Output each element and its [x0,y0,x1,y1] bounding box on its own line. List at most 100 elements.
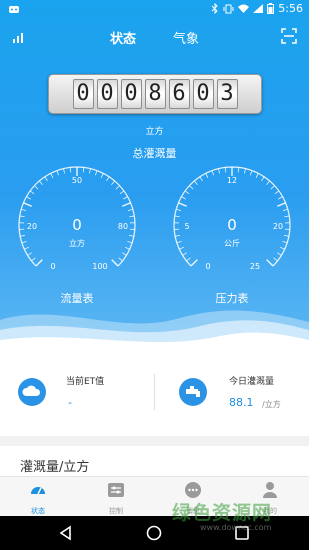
nav-item-control[interactable]: 控制 [86,481,146,516]
gauge-tick-label: 12 [226,176,238,185]
gauge-tick [127,208,133,211]
home-icon[interactable] [146,525,162,541]
vibrate-icon [223,4,234,13]
counter-unit: 立方 [145,127,164,137]
gauge-tick [218,168,221,174]
top-bar: 状态 气象 [0,24,309,52]
gauge-tick [186,257,191,262]
gauge-tick [184,190,190,195]
gauge-tick [211,170,215,176]
pressure-unit: 公斤 [224,239,240,248]
et-label: 当前ET值 [66,377,105,387]
nav-label: 控制 [109,507,123,515]
gauge-tick-label: 0 [50,262,56,271]
gauge-tick [205,173,209,178]
gauge-tick [50,173,54,178]
user-icon [263,482,277,498]
today-value: 88.1 [229,396,254,409]
section-separator [0,436,309,446]
gauge-tick [118,257,123,262]
gauge-tick [94,170,98,176]
gauge-tick [277,202,286,207]
app-notification-icon [9,6,19,13]
clock: 5:56 [278,2,303,15]
wifi-icon [238,4,250,13]
gauge-tick [122,202,131,207]
gauge-tick [106,176,110,182]
counter-label: 总灌溉量 [132,147,177,160]
nav-item-status[interactable]: 状态 [8,481,68,516]
tab-weather[interactable]: 气象 [173,28,199,47]
pressure-value: 0 [227,216,237,234]
gauge-tick [69,167,72,173]
gauge-tick [56,170,60,176]
gauge-tick [100,173,104,178]
gauge-tick [176,208,182,211]
gauge-tick [34,185,39,190]
gauge-tick [119,190,125,195]
gauge-tick [194,180,198,185]
gauge-tick [178,202,187,207]
gauge-tick [27,252,33,256]
gauge-icon [31,487,45,495]
gauge-tick [276,252,282,256]
section-title: 灌溉量/立方 [20,460,90,475]
counter-digit: 6 [168,79,190,109]
gauge-tick-label: 25 [249,262,261,271]
gauge-tick [111,259,119,267]
counter-digit: 3 [216,79,238,109]
today-unit: /立方 [262,400,281,409]
today-label: 今日灌溉量 [229,377,275,387]
gauge-tick [243,168,246,174]
flow-value: 0 [72,216,82,234]
gauge-tick [261,176,265,182]
counter-digit: 0 [96,79,118,109]
battery-icon [267,3,275,14]
gauge-tick [283,234,289,237]
gauge-tick [20,234,26,237]
gauge-tick [31,257,36,262]
gauge-tick [123,196,128,200]
watermark-url: www.downcc.com [200,523,272,532]
gauge-tick [111,180,115,185]
gauge-tick [266,259,274,267]
gauge-tick [237,167,240,173]
cloud-icon [18,378,46,406]
gauge-tick-label: 50 [71,176,83,185]
gauge-tick [278,196,283,200]
faucet-icon [179,378,207,406]
gauge-tick [274,190,280,195]
gauge-tick [128,234,134,237]
gauge-tick [26,196,31,200]
gauge-tick-label: 100 [92,262,108,271]
pressure-gauge: 0 5 12 20 25 0 公斤 [167,160,297,290]
hero-panel: 5:56 状态 气象 0 0 0 8 6 0 3 立方 总灌溉量 0 20 50… [0,0,309,352]
counter-digit: 0 [192,79,214,109]
gauge-tick [121,252,127,256]
flow-unit: 立方 [69,239,85,248]
gauge-tick [23,202,32,207]
gauge-tick [255,173,259,178]
gauge-tick [29,190,35,195]
gauge-tick [63,168,66,174]
gauge-tick [82,167,85,173]
signal-bars-icon[interactable] [12,30,26,44]
watermark-text: 绿色资源网 [172,502,273,524]
status-bar: 5:56 [0,0,309,20]
signal-icon [253,4,264,13]
gauge-tick [199,176,203,182]
gauge-tick [224,167,227,173]
scan-icon[interactable] [281,28,297,44]
tab-status[interactable]: 状态 [110,28,136,47]
gauge-tick [249,170,253,176]
gauge-tick [189,185,194,190]
gauge-tick [44,176,48,182]
gauge-tick [266,180,270,185]
gauge-tick-label: 0 [205,262,211,271]
gauge-tick [273,257,278,262]
nav-label: 状态 [31,507,45,515]
message-icon [185,482,201,498]
gauge-tick [181,196,186,200]
et-value: - [68,396,72,409]
back-icon[interactable] [58,525,74,541]
